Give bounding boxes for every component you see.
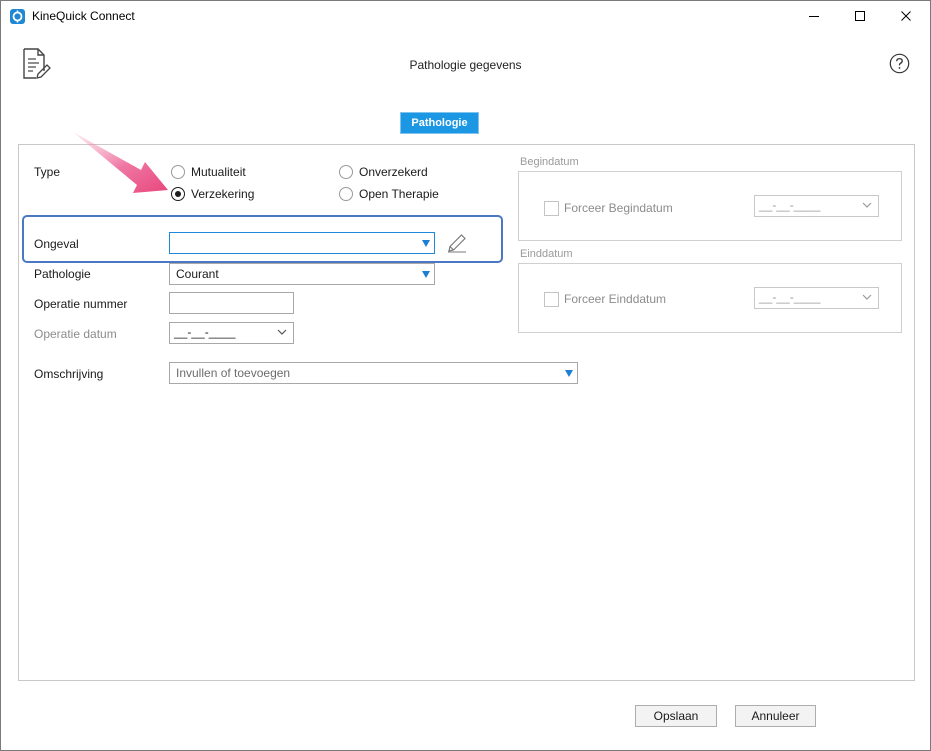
title-bar[interactable]: KineQuick Connect — [1, 1, 930, 31]
radio-open-therapie[interactable] — [339, 187, 353, 201]
begindatum-group-label: Begindatum — [520, 156, 579, 168]
chevron-down-icon — [277, 329, 287, 335]
close-button[interactable] — [883, 1, 929, 31]
omschrijving-label: Omschrijving — [34, 367, 104, 381]
pathologie-value: Courant — [176, 267, 219, 281]
tab-pathologie-label: Pathologie — [411, 117, 468, 129]
close-icon — [901, 11, 911, 21]
pencil-icon[interactable] — [447, 233, 467, 253]
maximize-icon — [855, 11, 865, 21]
begindatum-value: __-__-____ — [759, 198, 821, 212]
omschrijving-dropdown[interactable]: Invullen of toevoegen — [169, 362, 578, 384]
minimize-button[interactable] — [791, 1, 837, 31]
dialog-window: KineQuick Connect Pathologie gegevens Pa… — [0, 0, 931, 751]
radio-onverzekerd[interactable] — [339, 165, 353, 179]
operatie-datum-picker[interactable]: __-__-____ — [169, 322, 294, 344]
einddatum-value: __-__-____ — [759, 290, 821, 304]
page-title: Pathologie gegevens — [409, 58, 522, 72]
window-title: KineQuick Connect — [32, 9, 135, 23]
einddatum-picker[interactable]: __-__-____ — [754, 287, 879, 309]
type-label: Type — [34, 165, 61, 179]
app-logo-icon — [10, 9, 25, 24]
chevron-down-icon — [862, 294, 872, 300]
radio-onverzekerd-label[interactable]: Onverzekerd — [359, 165, 428, 179]
forceer-begindatum-checkbox[interactable] — [544, 201, 559, 216]
operatie-datum-value: __-__-____ — [174, 325, 236, 339]
ongeval-dropdown[interactable] — [169, 232, 435, 254]
help-icon[interactable] — [889, 53, 910, 74]
begindatum-picker[interactable]: __-__-____ — [754, 195, 879, 217]
pathologie-dropdown[interactable]: Courant — [169, 263, 435, 285]
tab-pathologie[interactable]: Pathologie — [401, 113, 478, 133]
operatie-datum-label: Operatie datum — [34, 327, 117, 341]
operatie-nummer-input[interactable] — [169, 292, 294, 314]
omschrijving-value: Invullen of toevoegen — [176, 366, 291, 380]
dropdown-arrow-icon — [565, 370, 573, 377]
ongeval-label: Ongeval — [34, 237, 79, 251]
annotation-arrow-icon — [73, 132, 168, 193]
chevron-down-icon — [862, 202, 872, 208]
radio-open-therapie-label[interactable]: Open Therapie — [359, 187, 439, 201]
cancel-button[interactable]: Annuleer — [735, 705, 816, 727]
dropdown-arrow-icon — [422, 271, 430, 278]
dropdown-arrow-icon — [422, 240, 430, 247]
radio-mutualiteit-label[interactable]: Mutualiteit — [191, 165, 246, 179]
save-button[interactable]: Opslaan — [635, 705, 717, 727]
einddatum-group-label: Einddatum — [520, 248, 573, 260]
pathologie-label: Pathologie — [34, 267, 91, 281]
maximize-button[interactable] — [837, 1, 883, 31]
minimize-icon — [809, 16, 819, 17]
forceer-einddatum-label[interactable]: Forceer Einddatum — [564, 292, 666, 306]
forceer-begindatum-label[interactable]: Forceer Begindatum — [564, 201, 673, 215]
radio-verzekering-label[interactable]: Verzekering — [191, 187, 254, 201]
operatie-nummer-label: Operatie nummer — [34, 297, 128, 311]
forceer-einddatum-checkbox[interactable] — [544, 292, 559, 307]
